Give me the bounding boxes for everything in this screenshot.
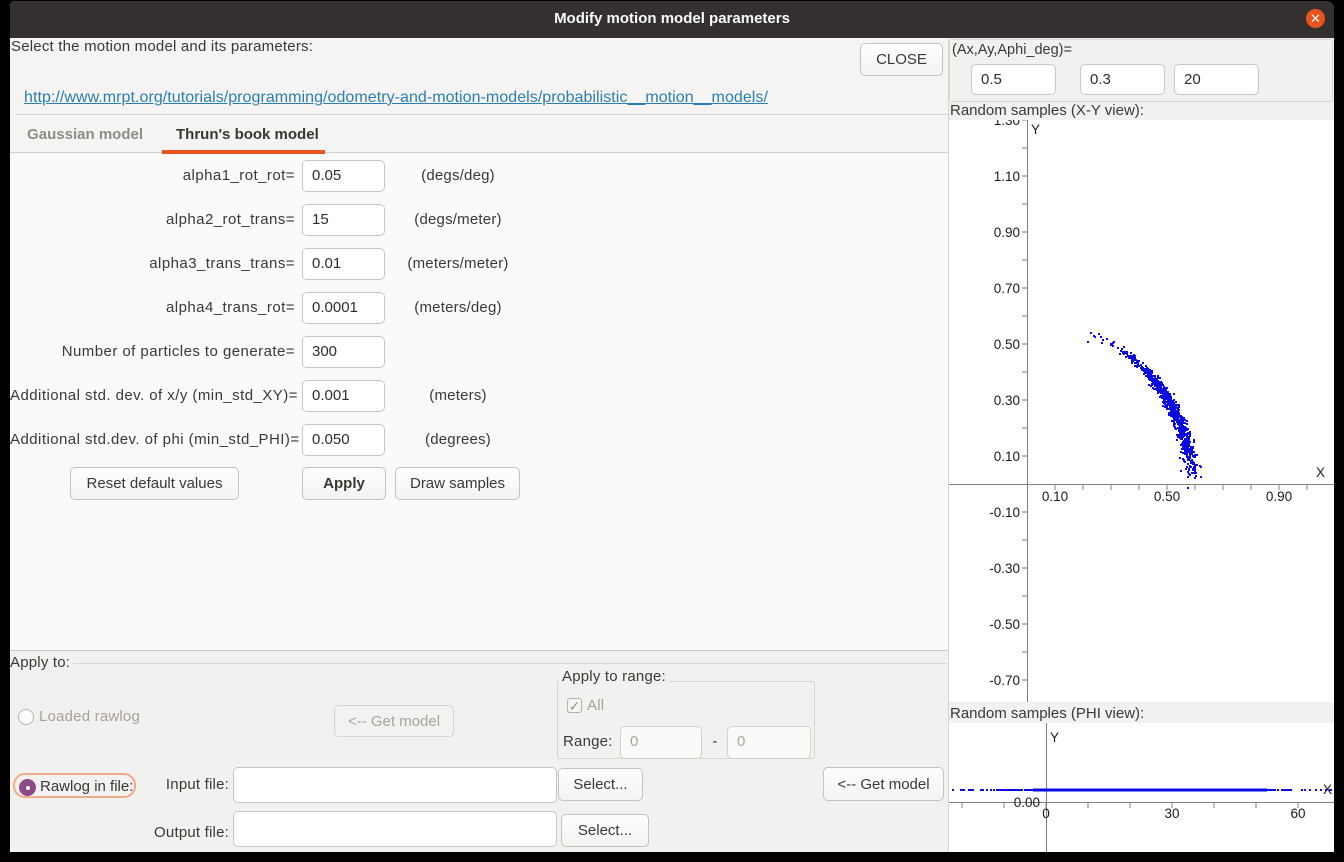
svg-text:-0.10: -0.10	[989, 505, 1020, 520]
svg-text:Y: Y	[1050, 730, 1059, 745]
svg-text:0.10: 0.10	[994, 449, 1020, 464]
svg-text:0.50: 0.50	[994, 337, 1020, 352]
svg-text:0.30: 0.30	[994, 393, 1020, 408]
svg-text:60: 60	[1290, 806, 1305, 821]
svg-text:Y: Y	[1031, 122, 1040, 137]
svg-text:X: X	[1316, 465, 1325, 480]
svg-text:0.90: 0.90	[994, 225, 1020, 240]
svg-text:0.10: 0.10	[1042, 489, 1068, 504]
svg-text:0.50: 0.50	[1154, 489, 1180, 504]
svg-text:0.00: 0.00	[1014, 795, 1040, 810]
svg-text:0.90: 0.90	[1266, 489, 1292, 504]
svg-text:0: 0	[1042, 806, 1050, 821]
svg-text:-0.70: -0.70	[989, 673, 1020, 688]
svg-text:-0.50: -0.50	[989, 617, 1020, 632]
svg-text:1.10: 1.10	[994, 169, 1020, 184]
svg-text:0.70: 0.70	[994, 281, 1020, 296]
svg-text:-0.30: -0.30	[989, 561, 1020, 576]
svg-text:30: 30	[1164, 806, 1179, 821]
svg-text:1.30: 1.30	[994, 120, 1020, 128]
